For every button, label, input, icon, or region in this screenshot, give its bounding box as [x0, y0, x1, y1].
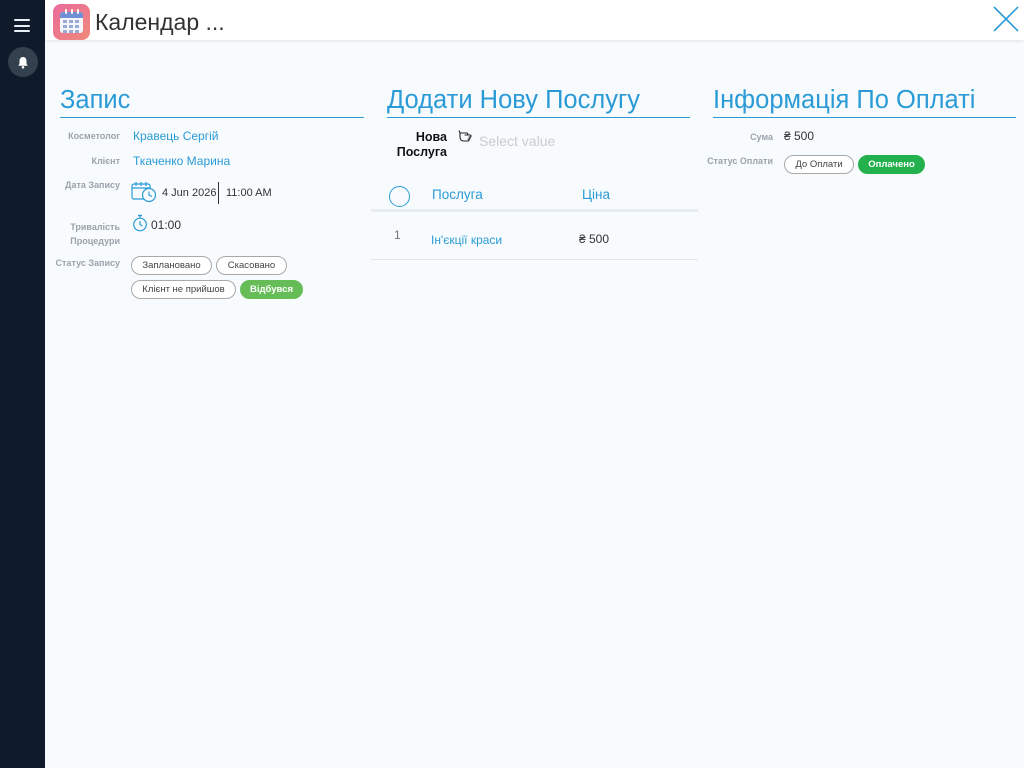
status-cancelled-button[interactable]: Скасовано — [216, 256, 287, 275]
date-value[interactable]: 4 Jun 2026 — [162, 187, 216, 199]
payment-paid-button[interactable]: Оплачено — [858, 155, 925, 174]
page-title: Календар ... — [95, 9, 225, 35]
status-done-button[interactable]: Відбувся — [240, 280, 303, 299]
service-select-input[interactable]: Select value — [479, 133, 555, 149]
top-bar: Календар ... — [45, 0, 1024, 40]
payment-status-label: Статус Оплати — [707, 156, 773, 166]
service-price: ₴ 500 — [579, 232, 610, 246]
payment-section-title: Інформація По Оплаті — [713, 86, 1016, 118]
client-link[interactable]: Ткаченко Марина — [133, 154, 230, 168]
date-label: Дата Запису — [65, 180, 120, 190]
duration-value[interactable]: 01:00 — [151, 218, 181, 232]
service-name-link[interactable]: Ін'єкції краси — [431, 233, 502, 247]
status-label: Статус Запису — [55, 258, 120, 268]
status-planned-button[interactable]: Заплановано — [131, 256, 212, 275]
cosmetologist-link[interactable]: Кравець Сергій — [133, 129, 218, 143]
row-index: 1 — [394, 228, 401, 242]
table-row[interactable] — [371, 259, 698, 260]
payment-due-button[interactable]: До Оплати — [784, 155, 854, 174]
cosmetologist-label: Косметолог — [68, 131, 120, 141]
calendar-clock-icon[interactable] — [131, 181, 157, 203]
new-service-label: Нова Послуга — [396, 130, 447, 159]
calendar-app-icon — [53, 4, 90, 40]
bell-icon[interactable] — [8, 47, 38, 77]
time-value[interactable]: 11:00 AM — [226, 187, 272, 199]
sum-label: Сума — [750, 132, 773, 142]
left-sidebar — [0, 0, 45, 768]
status-no-show-button[interactable]: Клієнт не прийшов — [131, 280, 236, 299]
services-section-title: Додати Нову Послугу — [387, 86, 690, 118]
column-service[interactable]: Послуга — [432, 187, 483, 202]
client-label: Клієнт — [91, 156, 120, 166]
hand-pointer-icon — [458, 129, 476, 145]
select-all-checkbox[interactable] — [389, 186, 410, 207]
close-icon[interactable] — [991, 4, 1021, 34]
column-price[interactable]: Ціна — [582, 187, 610, 202]
duration-label: Тривалість Процедури — [70, 222, 120, 246]
stopwatch-icon[interactable] — [132, 214, 148, 232]
hamburger-icon[interactable] — [14, 19, 30, 32]
appointment-section-title: Запис — [60, 86, 364, 118]
services-table-header — [371, 180, 698, 212]
date-time-divider — [218, 182, 219, 204]
sum-value: ₴ 500 — [784, 129, 815, 143]
